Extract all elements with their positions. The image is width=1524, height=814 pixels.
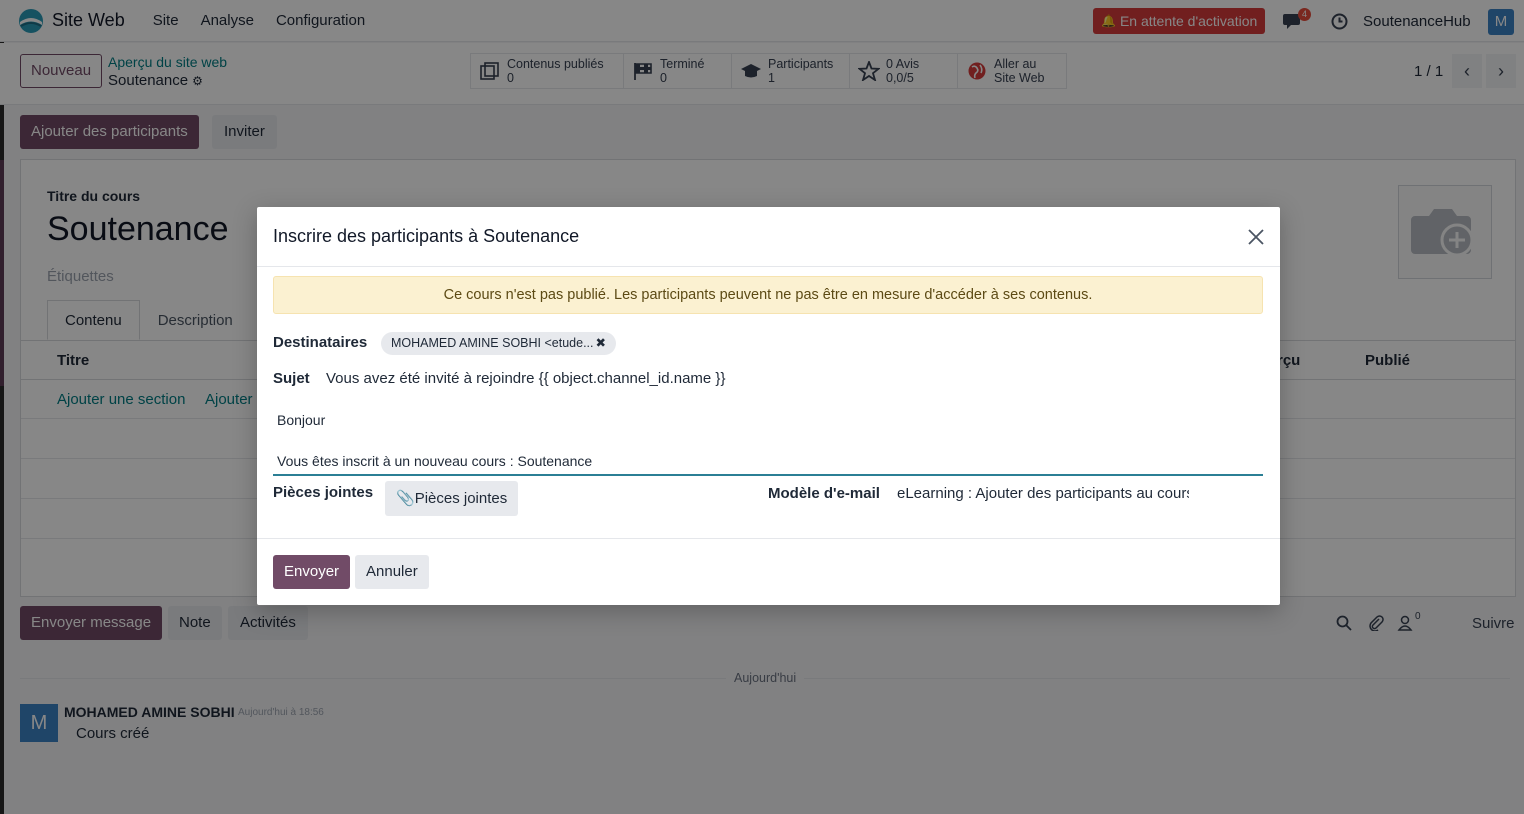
attachments-button[interactable]: 📎Pièces jointes bbox=[385, 481, 519, 516]
subject-label: Sujet bbox=[273, 370, 310, 387]
cancel-button[interactable]: Annuler bbox=[355, 555, 429, 589]
body-text[interactable]: Vous êtes inscrit à un nouveau cours : S… bbox=[277, 453, 592, 469]
email-template-input[interactable]: eLearning : Ajouter des participants au … bbox=[897, 485, 1189, 502]
send-button[interactable]: Envoyer bbox=[273, 555, 351, 589]
body-editor-focus-line bbox=[273, 474, 1263, 476]
email-template-label: Modèle d'e-mail bbox=[768, 485, 880, 502]
attachments-button-label: Pièces jointes bbox=[414, 490, 508, 507]
recipient-tag-label: MOHAMED AMINE SOBHI <etude... bbox=[391, 336, 594, 350]
modal-footer-divider bbox=[257, 538, 1280, 539]
remove-tag-icon[interactable]: ✖ bbox=[596, 336, 606, 350]
modal-header: Inscrire des participants à Soutenance bbox=[257, 207, 1280, 267]
recipients-label: Destinataires bbox=[273, 334, 368, 351]
attachments-label: Pièces jointes bbox=[273, 484, 374, 501]
close-icon[interactable] bbox=[1245, 226, 1267, 248]
paperclip-icon: 📎 bbox=[396, 490, 415, 507]
recipient-tag[interactable]: MOHAMED AMINE SOBHI <etude... ✖ bbox=[381, 332, 616, 355]
invite-participants-dialog: Inscrire des participants à Soutenance C… bbox=[257, 207, 1280, 605]
modal-title: Inscrire des participants à Soutenance bbox=[273, 226, 580, 246]
unpublished-warning: Ce cours n'est pas publié. Les participa… bbox=[273, 276, 1263, 314]
body-greeting[interactable]: Bonjour bbox=[277, 412, 325, 428]
subject-input[interactable]: Vous avez été invité à rejoindre {{ obje… bbox=[326, 370, 725, 387]
